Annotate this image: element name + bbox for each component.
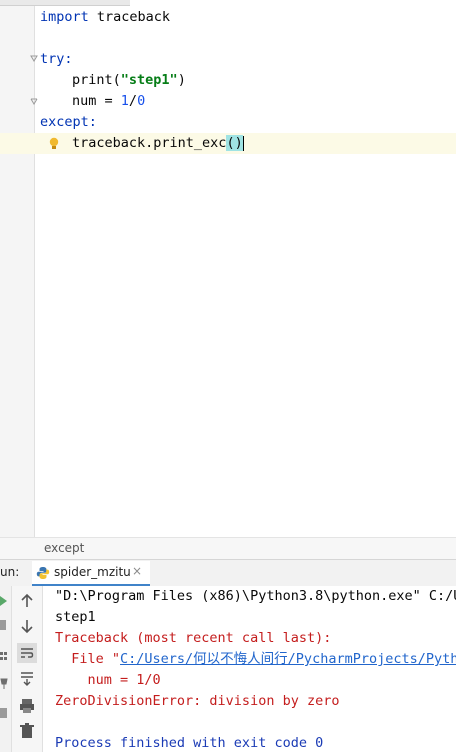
breadcrumb-bar: except <box>0 537 456 559</box>
division-op: / <box>128 93 138 109</box>
keyword-try: try: <box>40 51 73 67</box>
editor-tab-stub[interactable] <box>0 0 130 6</box>
run-label: un: <box>0 565 20 579</box>
breadcrumb-except[interactable]: except <box>44 541 84 555</box>
layout-icon[interactable] <box>0 652 8 662</box>
error-message: ZeroDivisionError: division by zero <box>55 693 340 709</box>
code-editor[interactable]: import traceback try: print("step1") num… <box>0 0 456 537</box>
print-call: print( <box>72 72 121 88</box>
file-link[interactable]: C:/Users/何以不悔人间行/PycharmProjects/Pytho <box>120 651 456 667</box>
fold-icon[interactable] <box>29 54 39 64</box>
text-caret <box>242 135 244 151</box>
close-tool-icon[interactable] <box>0 708 7 718</box>
code-line[interactable]: print("step1") <box>0 70 456 91</box>
number-literal: 0 <box>137 93 146 109</box>
traceback-file-line: File "C:/Users/何以不悔人间行/PycharmProjects/P… <box>55 649 456 670</box>
string-literal: "step1" <box>120 72 178 88</box>
lightbulb-icon[interactable] <box>49 137 59 150</box>
code-line[interactable]: num = 1/0 <box>0 91 456 112</box>
console-stdout-line: step1 <box>55 609 96 625</box>
down-arrow-icon[interactable] <box>17 616 37 636</box>
fold-end-icon[interactable] <box>29 97 39 107</box>
console-toolbar <box>12 586 43 752</box>
run-toolbar: un: spider_mzitu × <box>0 559 456 587</box>
up-arrow-icon[interactable] <box>17 591 37 611</box>
print-close: ) <box>177 72 186 88</box>
run-console[interactable]: "D:\Program Files (x86)\Python3.8\python… <box>0 586 456 752</box>
current-code-line[interactable]: traceback.print_exc() <box>0 133 456 154</box>
traceback-call: traceback.print_exc <box>72 135 227 151</box>
assignment: num = <box>72 93 121 109</box>
code-line[interactable]: import traceback <box>0 7 456 28</box>
pin-icon[interactable] <box>0 678 8 690</box>
python-icon <box>36 567 50 579</box>
code-line[interactable]: except: <box>0 112 456 133</box>
traceback-header: Traceback (most recent call last): <box>55 630 332 646</box>
close-icon[interactable]: × <box>132 564 142 578</box>
module-name: traceback <box>88 9 171 25</box>
number-literal: 1 <box>120 93 129 109</box>
exit-message: Process finished with exit code 0 <box>55 735 324 751</box>
soft-wrap-icon[interactable] <box>17 643 37 663</box>
run-tab-spider-mzitu[interactable]: spider_mzitu × <box>32 561 150 586</box>
console-command-line: "D:\Program Files (x86)\Python3.8\python… <box>55 588 456 604</box>
keyword-except: except: <box>40 114 97 130</box>
print-icon[interactable] <box>17 696 37 716</box>
rerun-icon[interactable] <box>0 596 8 606</box>
run-tab-label: spider_mzitu <box>54 565 131 579</box>
matched-parens: () <box>226 135 243 151</box>
scroll-to-end-icon[interactable] <box>17 668 37 688</box>
stop-icon[interactable] <box>0 620 6 630</box>
code-line[interactable]: try: <box>0 49 456 70</box>
keyword-import: import <box>40 9 89 25</box>
tool-window-strip <box>0 586 12 752</box>
traceback-code-line: num = 1/0 <box>55 672 161 688</box>
trash-icon[interactable] <box>17 721 37 741</box>
file-prefix: File " <box>55 651 121 667</box>
